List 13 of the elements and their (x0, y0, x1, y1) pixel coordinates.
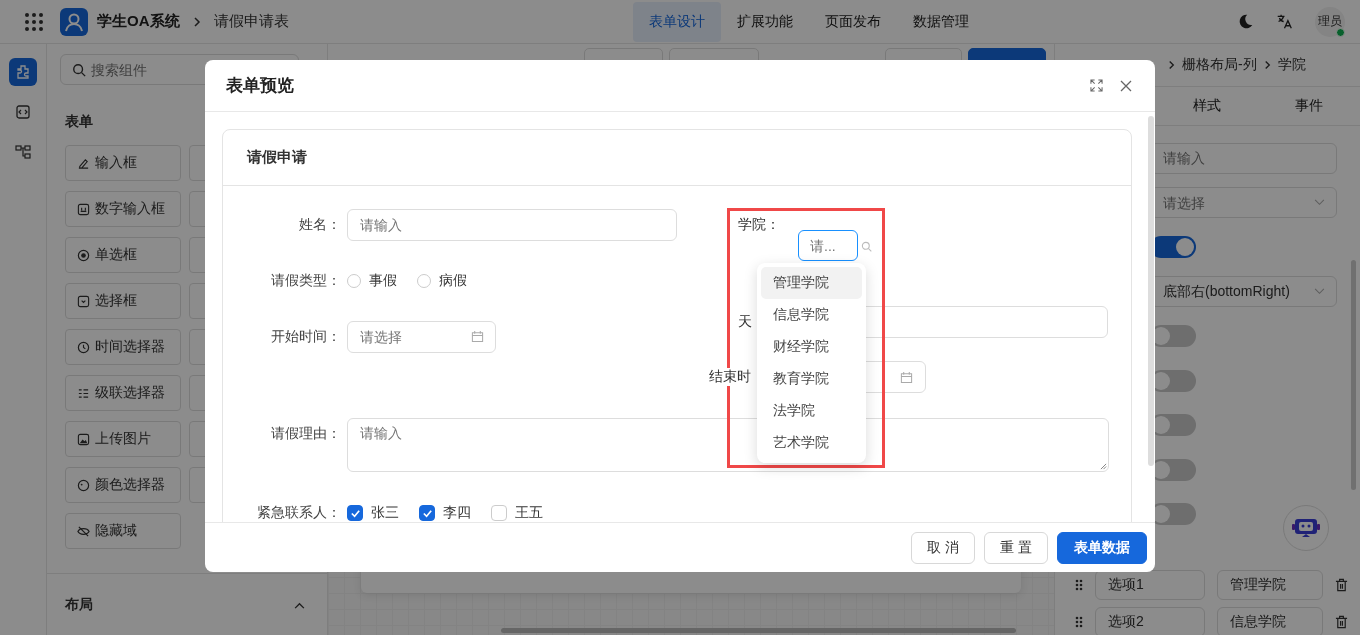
field-label: 天 (738, 313, 753, 331)
field-label: 姓名： (298, 216, 341, 234)
section-title: 布局 (65, 596, 93, 614)
field-label: 开始时间： (270, 328, 341, 346)
field-label: 请假理由： (270, 425, 341, 443)
app-name: 学生OA系统 (97, 12, 180, 31)
page-title: 请假申请表 (213, 12, 289, 31)
field-label: 学院： (738, 216, 780, 232)
section-title: 表单 (65, 112, 94, 131)
field-label: 请假类型： (270, 272, 341, 290)
field-label: 结束时 (709, 368, 751, 386)
field-label: 紧急联系人： (256, 504, 341, 522)
card-title: 请假申请 (247, 148, 307, 167)
